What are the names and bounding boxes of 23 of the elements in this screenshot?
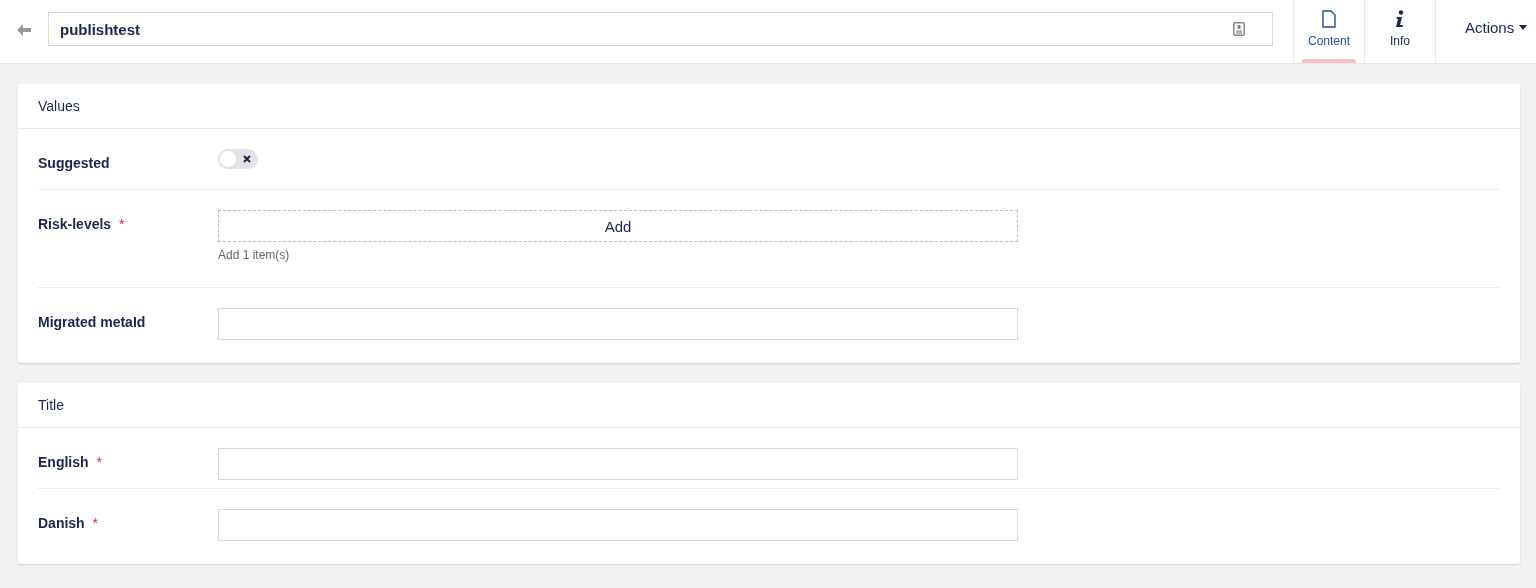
document-icon: [1322, 10, 1336, 28]
required-mark: *: [96, 454, 102, 470]
text-field[interactable]: [218, 509, 1018, 541]
hint-text: Add 1 item(s): [218, 248, 290, 262]
cross-icon: [243, 155, 251, 163]
text-field[interactable]: [218, 308, 1018, 340]
group-title: Values: [38, 98, 80, 114]
field-label: Migrated metaId: [38, 314, 146, 330]
caret-icon: [1519, 25, 1528, 30]
field-label: Danish: [38, 515, 85, 531]
text-field[interactable]: [218, 448, 1018, 480]
field-label: Suggested: [38, 155, 110, 171]
name-field[interactable]: publishtest: [48, 12, 1273, 46]
toggle-switch[interactable]: [218, 149, 258, 169]
field-label: English: [38, 454, 89, 470]
required-mark: *: [92, 515, 99, 531]
add-button[interactable]: Add: [218, 210, 1018, 242]
field-label: Risk-levels: [38, 216, 112, 232]
required-mark: *: [119, 216, 125, 232]
id-card-icon: [1233, 22, 1245, 36]
back-arrow-icon: [17, 23, 31, 36]
group-title: Title: [38, 397, 64, 413]
info-icon: [1395, 10, 1405, 28]
